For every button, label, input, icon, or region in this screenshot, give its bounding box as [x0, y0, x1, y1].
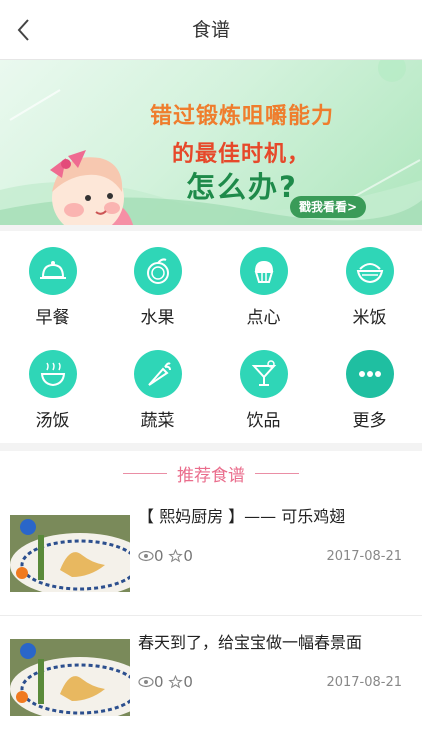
category-grid: 早餐 水果 点心 米饭 汤饭 蔬菜 饮品 更多: [0, 231, 422, 443]
category-label: 早餐: [35, 308, 70, 328]
banner-headline-1: 错过锻炼咀嚼能力: [150, 104, 335, 129]
recipe-title: 春天到了，给宝宝做一幅春景面: [138, 633, 363, 652]
recipe-date: 2017-08-21: [326, 549, 402, 564]
soup-bowl-icon: [29, 350, 77, 398]
category-fruit[interactable]: 水果: [105, 231, 210, 328]
category-label: 米饭: [352, 308, 387, 328]
rice-bowl-icon: [346, 247, 394, 295]
view-count: 0: [154, 673, 164, 691]
favorite-count: 0: [183, 547, 193, 565]
category-label: 点心: [246, 308, 281, 328]
favorite-count: 0: [183, 673, 193, 691]
baby-illustration: [50, 150, 134, 225]
category-label: 更多: [352, 411, 387, 431]
cupcake-icon: [240, 247, 288, 295]
recommend-section: 推荐食谱 【 熙妈厨房 】—— 可乐鸡翅 0 0 2017-08-21 春天到了…: [0, 451, 422, 750]
category-label: 汤饭: [35, 411, 70, 431]
category-soup-rice[interactable]: 汤饭: [0, 334, 105, 431]
cocktail-icon: [240, 350, 288, 398]
recipe-item[interactable]: 【 熙妈厨房 】—— 可乐鸡翅 0 0 2017-08-21: [0, 487, 422, 615]
category-label: 饮品: [246, 411, 281, 431]
category-snacks[interactable]: 点心: [211, 231, 316, 328]
category-more[interactable]: 更多: [317, 334, 422, 431]
promo-banner[interactable]: 错过锻炼咀嚼能力 的最佳时机， 怎么办? 戳我看看>: [0, 60, 422, 225]
page-title: 食谱: [191, 19, 230, 41]
eye-icon: [138, 676, 154, 688]
star-icon[interactable]: [168, 548, 184, 563]
section-title: 推荐食谱: [177, 466, 245, 486]
category-breakfast[interactable]: 早餐: [0, 231, 105, 328]
recipe-date: 2017-08-21: [326, 675, 402, 690]
category-drinks[interactable]: 饮品: [211, 334, 316, 431]
category-vegetables[interactable]: 蔬菜: [105, 334, 210, 431]
recipe-stats: 0 0: [138, 673, 193, 691]
recipe-title: 【 熙妈厨房 】—— 可乐鸡翅: [138, 507, 346, 526]
carrot-icon: [134, 350, 182, 398]
title-divider-right: [255, 473, 299, 474]
eye-icon: [138, 550, 154, 562]
banner-headline-3: 怎么办?: [186, 170, 298, 204]
star-icon[interactable]: [168, 674, 184, 689]
category-label: 水果: [140, 308, 175, 328]
cloche-icon: [29, 247, 77, 295]
recipe-thumbnail: [10, 639, 130, 716]
orange-fruit-icon: [134, 247, 182, 295]
banner-cta-button[interactable]: 戳我看看>: [290, 196, 367, 218]
recipe-thumbnail: [10, 515, 130, 592]
recipe-stats: 0 0: [138, 547, 193, 565]
view-count: 0: [154, 547, 164, 565]
category-rice[interactable]: 米饭: [317, 231, 422, 328]
more-dots-icon: [346, 350, 394, 398]
recipe-item[interactable]: 春天到了，给宝宝做一幅春景面 0 0 2017-08-21: [0, 615, 422, 743]
category-label: 蔬菜: [140, 411, 175, 431]
nav-header: 食谱: [0, 0, 422, 60]
